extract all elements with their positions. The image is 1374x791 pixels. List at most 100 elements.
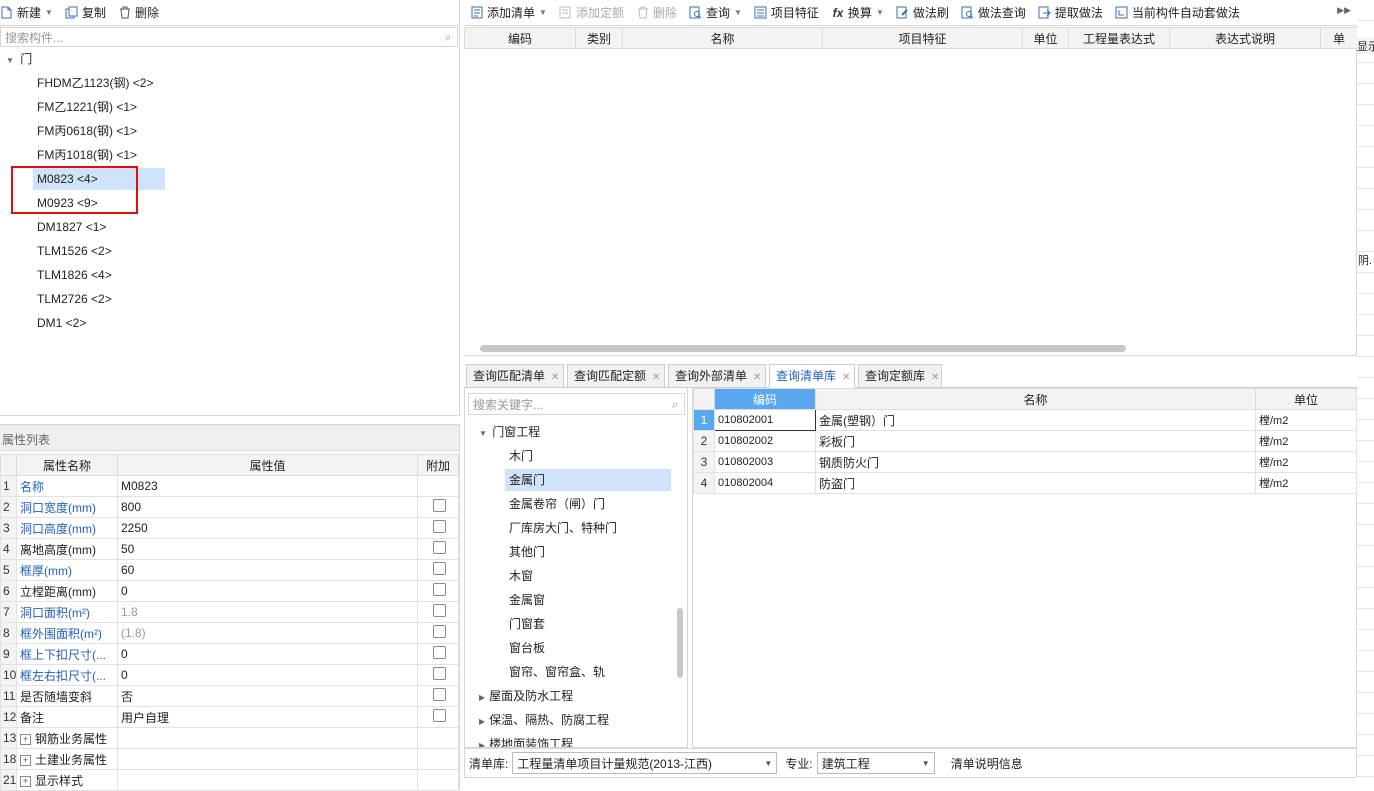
chevron-down-icon[interactable]: ▼ xyxy=(764,759,772,768)
result-unit[interactable]: 樘/m2 xyxy=(1255,409,1357,431)
category-group[interactable]: ▶ 楼地面装饰工程 xyxy=(479,733,573,747)
add-quota-button[interactable]: 添加定额 xyxy=(553,0,630,25)
add-list-button[interactable]: 添加清单 ▼ xyxy=(464,0,553,25)
category-group[interactable]: ▶ 保温、隔热、防腐工程 xyxy=(479,709,609,731)
method-col-header[interactable]: 单位 xyxy=(1022,27,1069,49)
query-tab[interactable]: 查询清单库 ✕ xyxy=(769,364,855,388)
property-row[interactable]: 8 框外围面积(m²) (1.8) xyxy=(0,622,459,644)
extract-method-button[interactable]: 提取做法 xyxy=(1032,0,1109,25)
copy-button[interactable]: 复制 xyxy=(59,0,112,25)
category-item[interactable]: 木门 xyxy=(505,445,671,467)
tree-item[interactable]: TLM1526 <2> xyxy=(33,240,165,262)
attach-checkbox[interactable] xyxy=(433,604,446,617)
property-value[interactable]: 1.8 xyxy=(117,601,418,623)
method-query-button[interactable]: 做法查询 xyxy=(955,0,1032,25)
result-code[interactable]: 010802004 xyxy=(714,472,816,494)
property-value[interactable]: 60 xyxy=(117,559,418,581)
collapsed-triangle-icon[interactable]: ▶ xyxy=(479,741,485,747)
method-col-header[interactable]: 工程量表达式 xyxy=(1068,27,1170,49)
property-row[interactable]: 3 洞口高度(mm) 2250 xyxy=(0,517,459,539)
tree-item[interactable]: DM1 <2> xyxy=(33,312,165,334)
category-item[interactable]: 金属窗 xyxy=(505,589,671,611)
category-item[interactable]: 金属卷帘（闸）门 xyxy=(505,493,671,515)
category-group-doors-windows[interactable]: ▼ 门窗工程 xyxy=(479,421,540,443)
property-row[interactable]: 18 + 土建业务属性 xyxy=(0,748,459,770)
item-features-button[interactable]: 项目特征 xyxy=(748,0,825,25)
method-brush-button[interactable]: 做法刷 xyxy=(890,0,955,25)
property-value[interactable]: 否 xyxy=(117,685,418,707)
attach-checkbox[interactable] xyxy=(433,667,446,680)
result-name[interactable]: 钢质防火门 xyxy=(815,451,1256,473)
tree-item[interactable]: TLM2726 <2> xyxy=(33,288,165,310)
method-col-header[interactable]: 编码 xyxy=(464,27,576,49)
category-item[interactable]: 其他门 xyxy=(505,541,671,563)
tree-item[interactable]: FM丙1018(钢) <1> xyxy=(33,144,165,166)
result-row[interactable]: 4 010802004 防盗门 樘/m2 xyxy=(693,472,1357,494)
collapsed-triangle-icon[interactable]: ▶ xyxy=(479,717,485,726)
query-button[interactable]: 查询 ▼ xyxy=(683,0,748,25)
property-value[interactable] xyxy=(117,769,418,791)
result-code[interactable]: 010802003 xyxy=(714,451,816,473)
keyword-search[interactable]: 搜索关键字... ⌕ xyxy=(468,393,685,415)
component-search-input[interactable]: 搜索构件... xyxy=(1,29,439,46)
property-value[interactable]: 用户自理 xyxy=(117,706,418,728)
property-row[interactable]: 13 + 钢筋业务属性 xyxy=(0,727,459,749)
search-icon[interactable]: ⌕ xyxy=(666,397,684,412)
category-item[interactable]: 窗帘、窗帘盒、轨 xyxy=(505,661,671,683)
method-delete-button[interactable]: 删除 xyxy=(630,0,683,25)
list-info-link[interactable]: 清单说明信息 xyxy=(951,755,1023,772)
tree-item[interactable]: FHDM乙1123(钢) <2> xyxy=(33,72,165,94)
query-tab[interactable]: 查询匹配定额 ✕ xyxy=(567,364,665,388)
property-row[interactable]: 21 + 显示样式 xyxy=(0,769,459,791)
category-item[interactable]: 金属门 xyxy=(505,469,671,491)
property-value[interactable] xyxy=(117,748,418,770)
method-col-header[interactable]: 类别 xyxy=(575,27,623,49)
property-value[interactable]: 0 xyxy=(117,580,418,602)
tree-root-door[interactable]: ▼ 门 xyxy=(6,48,32,70)
property-value[interactable]: M0823 xyxy=(117,475,418,497)
major-select[interactable]: 建筑工程 ▼ xyxy=(816,752,935,774)
property-value[interactable]: 800 xyxy=(117,496,418,518)
chevron-down-icon[interactable]: ▼ xyxy=(876,8,884,17)
query-tab[interactable]: 查询匹配清单 ✕ xyxy=(466,364,564,388)
close-icon[interactable]: ✕ xyxy=(931,372,939,383)
category-item[interactable]: 窗台板 xyxy=(505,637,671,659)
property-row[interactable]: 5 框厚(mm) 60 xyxy=(0,559,459,581)
chevron-down-icon[interactable]: ▼ xyxy=(734,8,742,17)
delete-button[interactable]: 删除 xyxy=(112,0,165,25)
expand-plus-icon[interactable]: + xyxy=(20,775,31,787)
property-value[interactable]: 50 xyxy=(117,538,418,560)
result-name[interactable]: 金属(塑钢）门 xyxy=(815,409,1256,431)
category-vscrollbar[interactable] xyxy=(677,608,683,678)
query-tab[interactable]: 查询定额库 ✕ xyxy=(858,364,942,388)
property-value[interactable]: 0 xyxy=(117,664,418,686)
attach-checkbox[interactable] xyxy=(433,583,446,596)
chevron-down-icon[interactable]: ▼ xyxy=(45,8,53,17)
query-tab[interactable]: 查询外部清单 ✕ xyxy=(668,364,766,388)
attach-checkbox[interactable] xyxy=(433,646,446,659)
result-name[interactable]: 彩板门 xyxy=(815,430,1256,452)
property-row[interactable]: 2 洞口宽度(mm) 800 xyxy=(0,496,459,518)
attach-checkbox[interactable] xyxy=(433,499,446,512)
new-button[interactable]: 新建 ▼ xyxy=(0,0,59,25)
result-unit[interactable]: 樘/m2 xyxy=(1255,430,1357,452)
attach-checkbox[interactable] xyxy=(433,520,446,533)
result-row[interactable]: 3 010802003 钢质防火门 樘/m2 xyxy=(693,451,1357,473)
result-code[interactable]: 010802001 xyxy=(714,409,816,431)
attach-checkbox[interactable] xyxy=(433,541,446,554)
tree-item[interactable]: DM1827 <1> xyxy=(33,216,165,238)
property-value[interactable] xyxy=(117,727,418,749)
property-row[interactable]: 9 框上下扣尺寸(... 0 xyxy=(0,643,459,665)
result-row[interactable]: 1 010802001 金属(塑钢）门 樘/m2 xyxy=(693,409,1357,431)
expand-triangle-icon[interactable]: ▼ xyxy=(6,56,14,65)
expand-triangle-icon[interactable]: ▼ xyxy=(479,429,487,438)
chevron-down-icon[interactable]: ▼ xyxy=(922,759,930,768)
expand-plus-icon[interactable]: + xyxy=(20,733,31,745)
close-icon[interactable]: ✕ xyxy=(753,372,761,383)
property-row[interactable]: 1 名称 M0823 xyxy=(0,475,459,497)
close-icon[interactable]: ✕ xyxy=(842,372,850,383)
method-col-header[interactable]: 表达式说明 xyxy=(1169,27,1321,49)
property-value[interactable]: 2250 xyxy=(117,517,418,539)
property-value[interactable]: (1.8) xyxy=(117,622,418,644)
list-lib-select[interactable]: 工程量清单项目计量规范(2013-江西) ▼ xyxy=(512,752,778,774)
